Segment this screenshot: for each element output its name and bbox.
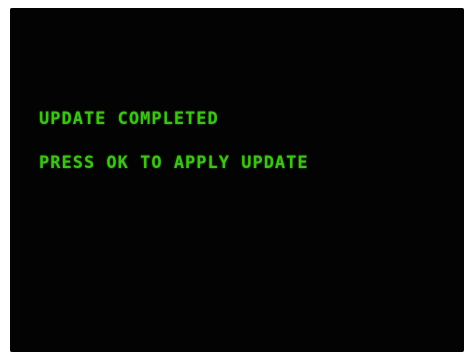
terminal-screen: UPDATE COMPLETED PRESS OK TO APPLY UPDAT…	[10, 8, 464, 352]
apply-update-prompt: PRESS OK TO APPLY UPDATE	[39, 153, 309, 173]
update-status-message: UPDATE COMPLETED	[39, 109, 219, 129]
display-frame: UPDATE COMPLETED PRESS OK TO APPLY UPDAT…	[0, 0, 470, 352]
